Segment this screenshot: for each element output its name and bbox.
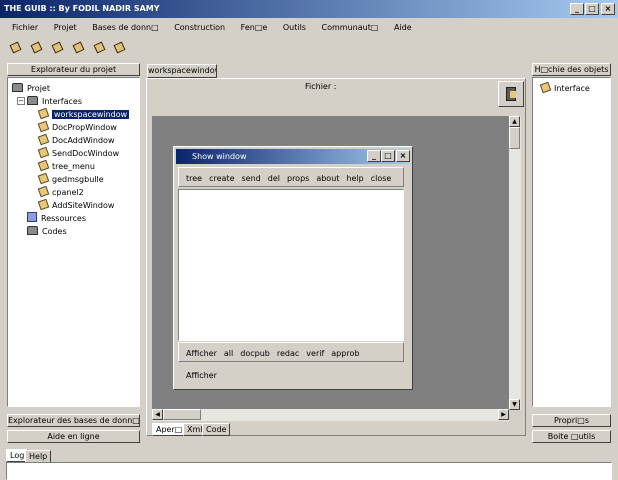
- tree-item-ressources[interactable]: Ressources: [27, 212, 86, 225]
- object-hierarchy-tree: Interface: [532, 77, 611, 407]
- project-icon: [12, 83, 23, 92]
- menu-fichier[interactable]: Fichier: [12, 23, 38, 32]
- tree-item-workspacewindow[interactable]: workspacewindow: [37, 107, 131, 121]
- interfaces-icon: [27, 96, 38, 105]
- tb-afficher[interactable]: Afficher: [186, 349, 217, 358]
- show-window-content: [178, 189, 404, 341]
- window-title: THE GUIB :: By FODIL NADIR SAMY: [4, 4, 160, 13]
- tb-send[interactable]: send: [242, 174, 261, 183]
- menu-fenetre[interactable]: Fen□e: [241, 23, 268, 32]
- tree-item-senddocwindow[interactable]: SendDocWindow: [37, 146, 119, 160]
- db-explorer-button[interactable]: Explorateur des bases de donn□: [7, 414, 140, 427]
- tb-close[interactable]: close: [371, 174, 392, 183]
- tb-del[interactable]: del: [268, 174, 280, 183]
- file-label: Fichier :: [305, 82, 337, 91]
- horizontal-scrollbar[interactable]: ◀ ▶: [152, 409, 509, 421]
- minimize-button[interactable]: _: [570, 3, 584, 15]
- project-explorer-header[interactable]: Explorateur du projet: [7, 63, 140, 76]
- tree-item-projet[interactable]: Projet: [12, 82, 50, 95]
- show-window-title: Show window: [192, 152, 247, 161]
- bug-icon-4[interactable]: [72, 41, 86, 55]
- project-tree: Projet − Interfaces workspacewindow DocP…: [7, 77, 140, 407]
- tb-verif[interactable]: verif: [306, 349, 324, 358]
- menu-projet[interactable]: Projet: [54, 23, 77, 32]
- bug-icon-1[interactable]: [9, 41, 23, 55]
- tb-create[interactable]: create: [209, 174, 234, 183]
- show-window-top-toolbar: tree create send del props about help close: [178, 167, 404, 187]
- tree-item-gedmsgbulle[interactable]: gedmsgbulle: [37, 172, 104, 186]
- tree-item-interfaces[interactable]: Interfaces: [27, 95, 82, 108]
- tree-item-docpropwindow[interactable]: DocPropWindow: [37, 120, 117, 134]
- show-window-bottom-toolbar: Afficher all docpub redac verif approb: [178, 342, 404, 362]
- resources-icon: [27, 212, 37, 222]
- scroll-down-icon[interactable]: ▼: [509, 399, 520, 410]
- tb-redac[interactable]: redac: [277, 349, 299, 358]
- tab-workspacewindow[interactable]: workspacewindow: [147, 64, 217, 78]
- interface-icon: [37, 133, 50, 146]
- tb-tree[interactable]: tree: [186, 174, 202, 183]
- scroll-thumb-v[interactable]: [509, 127, 520, 149]
- collapse-toggle-icon[interactable]: −: [17, 97, 25, 105]
- bug-icon-3[interactable]: [51, 41, 65, 55]
- show-maximize-button[interactable]: □: [381, 150, 395, 162]
- tree-item-docaddwindow[interactable]: DocAddWindow: [37, 133, 114, 147]
- scroll-left-icon[interactable]: ◀: [152, 409, 163, 420]
- tree-item-addsitewindow[interactable]: AddSiteWindow: [37, 198, 114, 212]
- tb-help[interactable]: help: [346, 174, 363, 183]
- build-icon[interactable]: [498, 81, 524, 107]
- tb-props[interactable]: props: [287, 174, 309, 183]
- tab-apercu[interactable]: Aper□: [152, 423, 187, 436]
- menu-outils[interactable]: Outils: [283, 23, 306, 32]
- show-window: Show window _ □ × tree create send del props…: [173, 146, 413, 390]
- tb-about[interactable]: about: [316, 174, 339, 183]
- interface-icon: [37, 159, 50, 172]
- menu-communaute[interactable]: Communaut□: [322, 23, 379, 32]
- properties-button[interactable]: Propri□s: [532, 414, 611, 427]
- menubar: Fichier Projet Bases de donn□ Constructi…: [12, 23, 612, 35]
- show-window-titlebar[interactable]: Show window _ □ ×: [176, 149, 410, 164]
- tb-all[interactable]: all: [224, 349, 233, 358]
- interface-icon: [37, 198, 50, 211]
- maximize-button[interactable]: □: [585, 3, 599, 15]
- bug-icon-5[interactable]: [93, 41, 107, 55]
- toolbox-button[interactable]: Boite □utils: [532, 430, 611, 443]
- interface-icon: [37, 172, 50, 185]
- tree-item-codes[interactable]: Codes: [27, 225, 67, 238]
- scroll-right-icon[interactable]: ▶: [498, 409, 509, 420]
- log-panel: [6, 462, 612, 480]
- bug-icon-2[interactable]: [30, 41, 44, 55]
- scroll-thumb-h[interactable]: [163, 409, 201, 420]
- interface-icon: [37, 185, 50, 198]
- tree-item-tree-menu[interactable]: tree_menu: [37, 159, 95, 173]
- interface-icon: [37, 107, 50, 120]
- menu-bases[interactable]: Bases de donn□: [92, 23, 158, 32]
- vertical-scrollbar[interactable]: ▲ ▼: [509, 116, 521, 410]
- tree-item-cpanel2[interactable]: cpanel2: [37, 185, 84, 199]
- app-titlebar[interactable]: THE GUIB :: By FODIL NADIR SAMY _ □ ×: [0, 0, 618, 18]
- close-button[interactable]: ×: [601, 3, 615, 15]
- codes-icon: [27, 226, 38, 235]
- show-close-button[interactable]: ×: [396, 150, 410, 162]
- interface-icon: [539, 81, 552, 94]
- show-window-status: Afficher: [186, 371, 217, 380]
- scroll-up-icon[interactable]: ▲: [509, 116, 520, 127]
- object-hierarchy-header[interactable]: H□chie des objets: [532, 63, 611, 76]
- show-minimize-button[interactable]: _: [367, 150, 381, 162]
- tb-docpub[interactable]: docpub: [240, 349, 270, 358]
- menu-aide[interactable]: Aide: [394, 23, 412, 32]
- tree-item-interface[interactable]: Interface: [539, 81, 590, 95]
- interface-icon: [37, 120, 50, 133]
- tab-code[interactable]: Code: [202, 423, 231, 436]
- tb-approb[interactable]: approb: [331, 349, 359, 358]
- interface-icon: [37, 146, 50, 159]
- bug-icon-6[interactable]: [113, 41, 127, 55]
- online-help-button[interactable]: Aide en ligne: [7, 430, 140, 443]
- menu-construction[interactable]: Construction: [174, 23, 225, 32]
